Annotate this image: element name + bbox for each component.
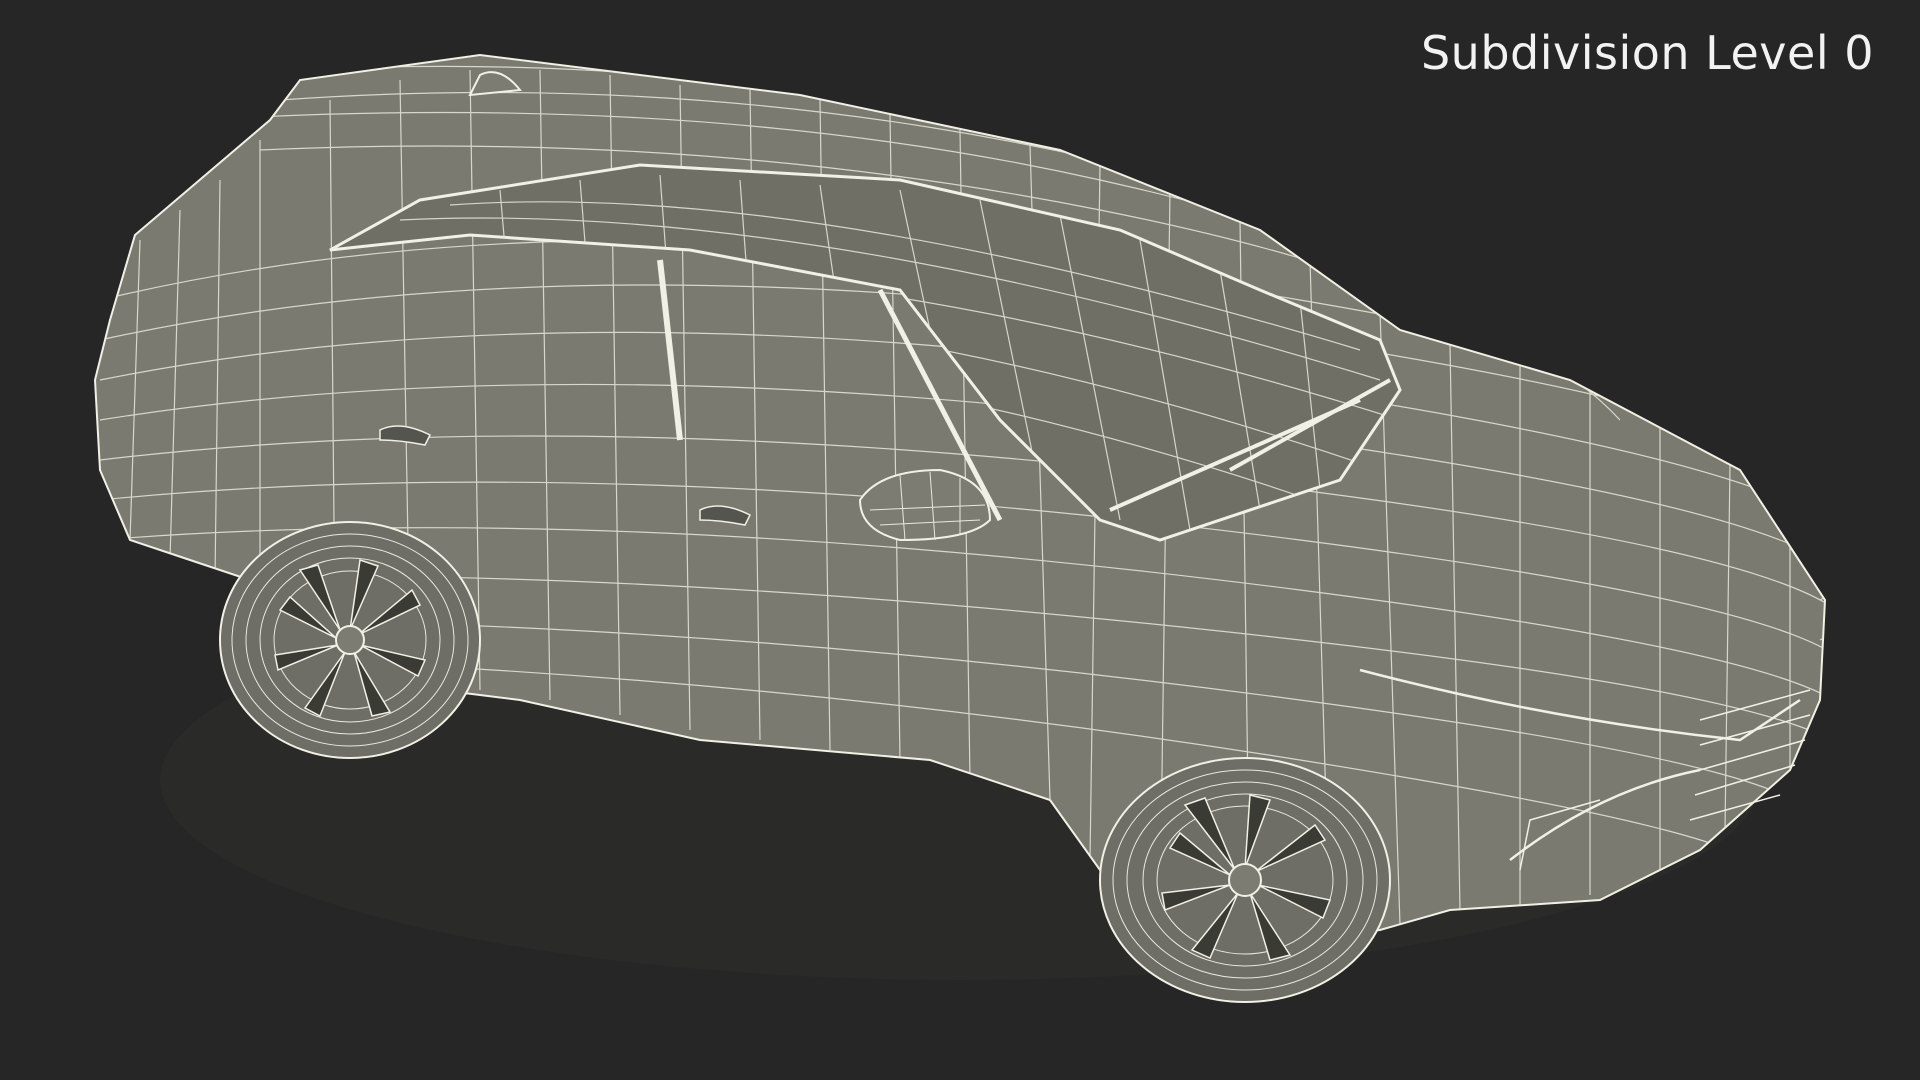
front-wheel bbox=[1099, 757, 1391, 1003]
render-viewport: Subdivision Level 0 bbox=[0, 0, 1920, 1080]
car-wireframe-model bbox=[93, 53, 1827, 1003]
rear-wheel bbox=[219, 521, 481, 759]
rear-wheel-hub bbox=[335, 625, 365, 655]
subdivision-level-label: Subdivision Level 0 bbox=[1420, 26, 1874, 80]
front-wheel-hub bbox=[1228, 863, 1262, 897]
